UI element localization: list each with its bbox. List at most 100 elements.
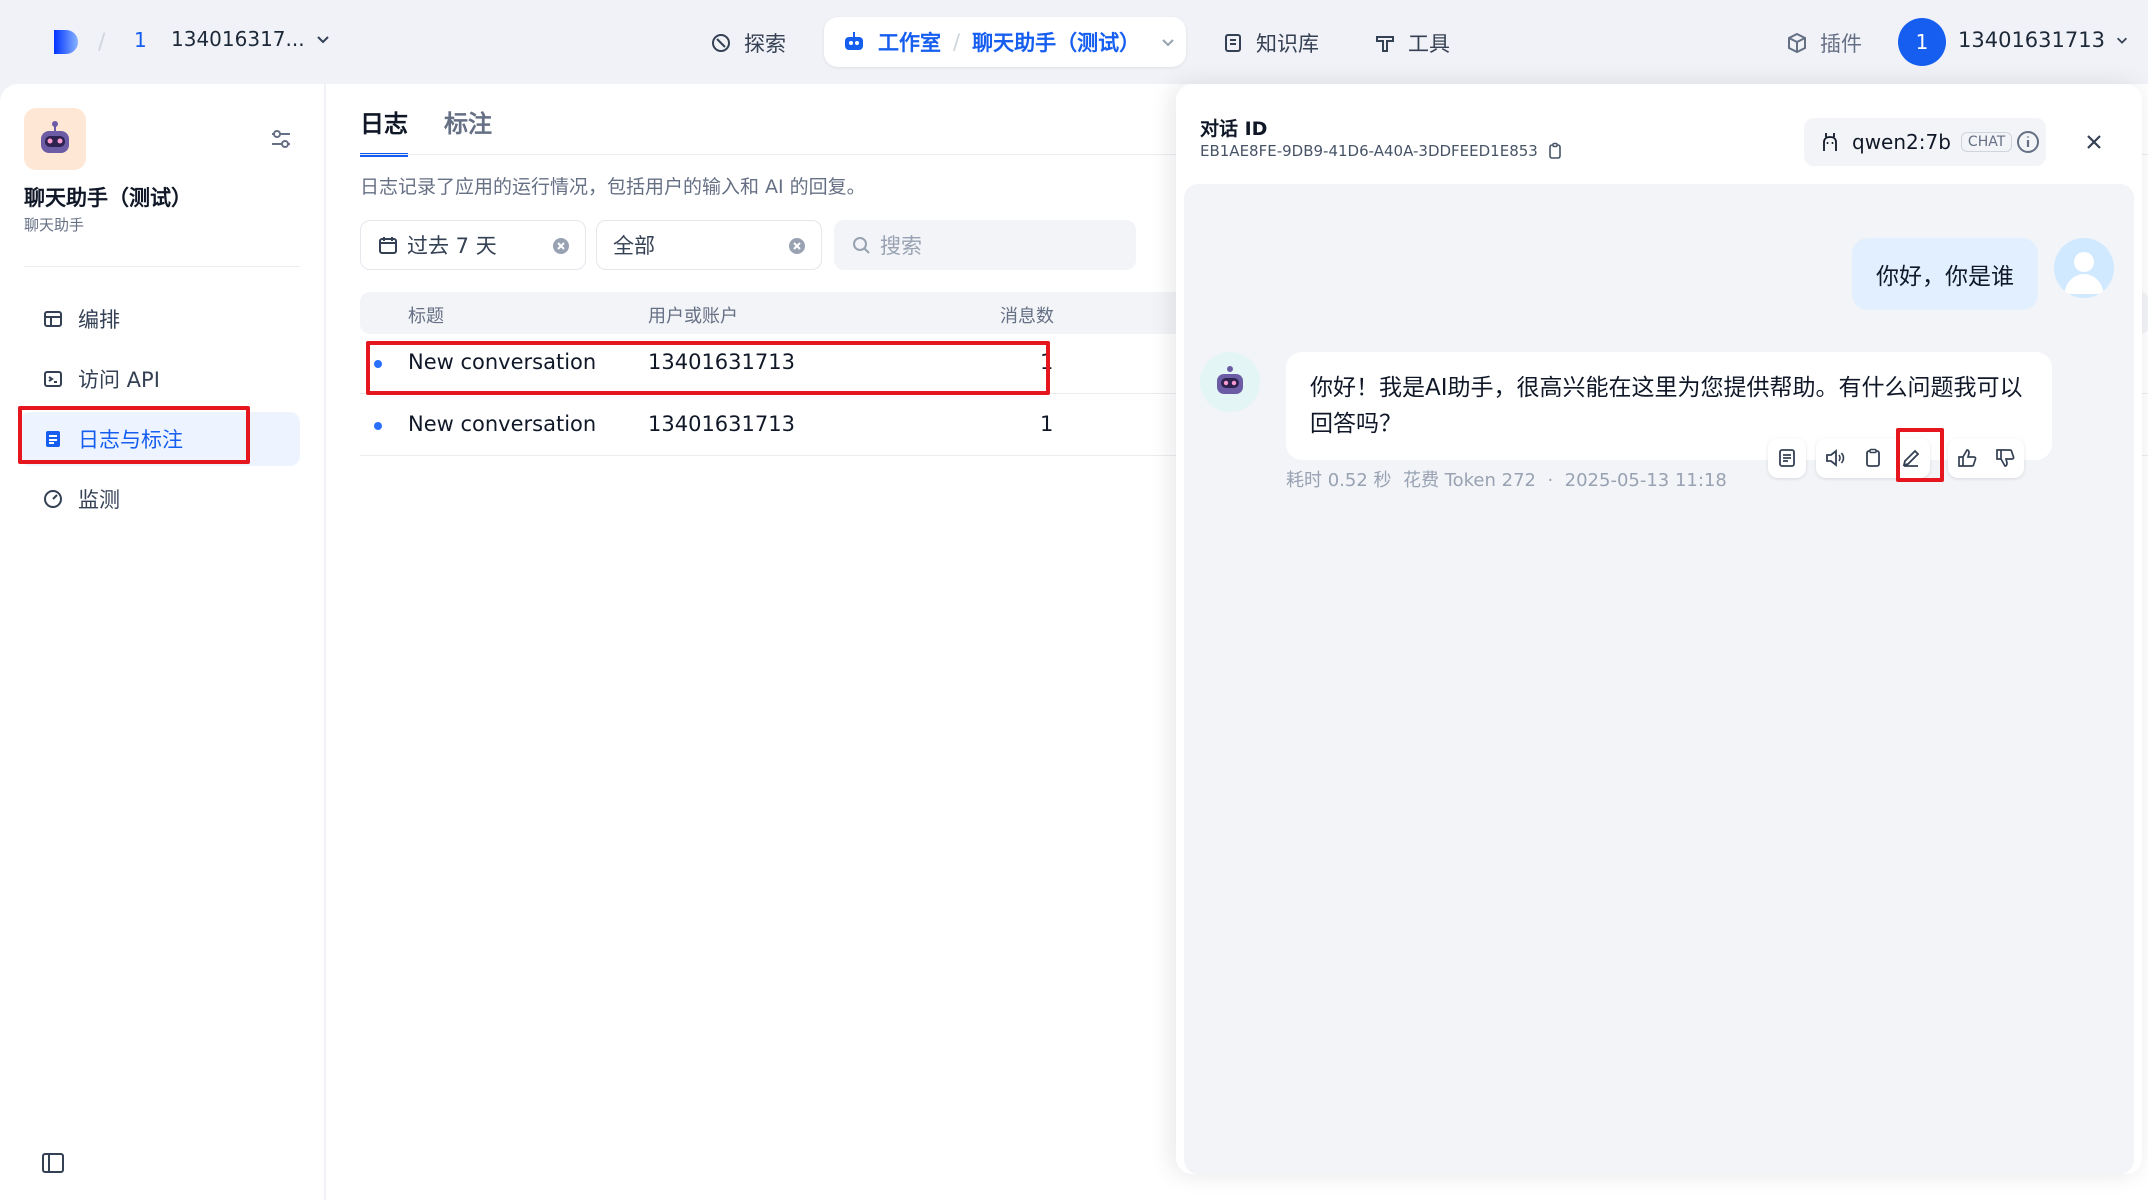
thumbs-up-icon: [1958, 449, 1977, 467]
message-meta: 耗时 0.52 秒 花费 Token 272 · 2025-05-13 11:1…: [1286, 466, 1727, 492]
clear-icon[interactable]: [551, 236, 571, 256]
robot-icon: [845, 32, 863, 50]
user-avatar-icon: [2054, 238, 2114, 298]
copy-icon[interactable]: [1546, 142, 1564, 160]
llama-icon: [1823, 133, 1837, 151]
workspace-switcher[interactable]: 134016317...: [171, 27, 331, 51]
sidebar-item-label: 编排: [78, 308, 120, 332]
meta-latency: 耗时 0.52 秒: [1286, 470, 1392, 491]
row-count: 1: [1040, 412, 1054, 436]
unread-dot: [374, 422, 382, 430]
chat-history: 你好，你是谁 你好！我是AI助手，很高兴能在这里为您提供帮助。有什么问题我可以回…: [1184, 184, 2134, 1174]
bot-avatar-icon: [1200, 352, 1260, 412]
compass-icon: [712, 34, 730, 52]
clear-icon[interactable]: [787, 236, 807, 256]
nav-tools-label: 工具: [1408, 32, 1450, 56]
chevron-down-icon[interactable]: [1160, 34, 1176, 50]
hammer-icon: [1376, 36, 1394, 52]
nav-plugins-label: 插件: [1820, 32, 1862, 56]
top-bar: / 1 134016317... 探索 工作室 / 聊天助手（测试） 知识库 工…: [0, 0, 2148, 84]
dify-logo-icon[interactable]: [50, 26, 82, 58]
log-action-group: [1768, 438, 1806, 478]
nav-plugins[interactable]: 插件: [1786, 22, 1862, 64]
search-input[interactable]: 搜索: [834, 220, 1136, 270]
calendar-icon: [379, 237, 397, 254]
model-selector[interactable]: qwen2:7b CHAT: [1804, 118, 2046, 166]
column-header-count: 消息数: [1000, 306, 1054, 327]
read-aloud-button[interactable]: [1816, 438, 1854, 478]
file-list-icon: [1779, 449, 1795, 467]
sliders-icon[interactable]: [268, 126, 294, 152]
nav-knowledge[interactable]: 知识库: [1222, 22, 1319, 64]
app-robot-icon: [24, 108, 86, 170]
meta-date: 2025-05-13 11:18: [1564, 470, 1727, 491]
meta-tokens: 花费 Token 272: [1402, 470, 1536, 491]
sidebar-item-label: 监测: [78, 488, 120, 512]
workspace-badge: 1: [134, 28, 147, 52]
highlight-box-edit: [1896, 428, 1944, 482]
breadcrumb-separator: /: [98, 30, 106, 55]
copy-button[interactable]: [1854, 438, 1892, 478]
gauge-icon: [44, 490, 62, 508]
logs-description: 日志记录了应用的运行情况，包括用户的输入和 AI 的回复。: [360, 176, 866, 198]
sidebar-item-api[interactable]: 访问 API: [20, 352, 300, 406]
user-avatar[interactable]: 1: [1898, 18, 1946, 66]
highlight-box-row: [366, 341, 1050, 395]
row-user: 13401631713: [648, 412, 795, 436]
info-icon[interactable]: [2014, 128, 2042, 156]
user-menu[interactable]: 13401631713: [1958, 28, 2129, 52]
period-filter[interactable]: 过去 7 天: [360, 220, 586, 270]
user-name: 13401631713: [1958, 28, 2105, 52]
layout-icon: [44, 311, 62, 327]
app-type-label: 聊天助手: [24, 216, 85, 234]
speaker-icon: [1826, 449, 1845, 467]
app-sidebar: 聊天助手（测试） 聊天助手 编排 访问 API 日志与标注 监测: [0, 84, 324, 1200]
tab-logs[interactable]: 日志: [360, 104, 408, 157]
model-mode-badge: CHAT: [1960, 132, 2013, 152]
user-message: 你好，你是谁: [1852, 238, 2038, 310]
nav-tools[interactable]: 工具: [1374, 22, 1450, 64]
nav-separator: /: [953, 30, 961, 54]
search-placeholder: 搜索: [880, 234, 922, 258]
app-title: 聊天助手（测试）: [24, 186, 192, 210]
meta-separator: ·: [1547, 470, 1554, 491]
nav-studio-label: 工作室: [878, 31, 941, 55]
model-name: qwen2:7b: [1852, 130, 1951, 154]
divider: [24, 266, 300, 267]
workspace-name: 134016317...: [171, 27, 305, 51]
sidebar-item-label: 访问 API: [78, 368, 160, 392]
conversation-id-label: 对话 ID: [1200, 118, 1268, 140]
nav-knowledge-label: 知识库: [1256, 32, 1319, 56]
column-header-title: 标题: [408, 306, 444, 327]
clipboard-icon: [1866, 448, 1880, 467]
dislike-button[interactable]: [1986, 438, 2024, 478]
nav-app-label[interactable]: 聊天助手（测试）: [972, 27, 1140, 57]
tab-annotations[interactable]: 标注: [444, 104, 492, 153]
nav-explore[interactable]: 探索: [710, 22, 786, 64]
cube-icon: [1788, 32, 1806, 54]
row-title: New conversation: [408, 412, 597, 436]
period-filter-value: 过去 7 天: [407, 234, 497, 258]
like-button[interactable]: [1948, 438, 1986, 478]
chevron-down-icon: [2116, 37, 2127, 44]
conversation-id: EB1AE8FE-9DB9-41D6-A40A-3DDFEED1E853: [1200, 142, 1564, 160]
nav-studio[interactable]: 工作室 / 聊天助手（测试）: [824, 17, 1186, 67]
status-filter-value: 全部: [613, 234, 655, 258]
thumbs-down-icon: [1996, 449, 2015, 467]
book-icon: [1225, 34, 1241, 52]
chevron-down-icon: [316, 36, 329, 44]
feedback-action-group: [1948, 438, 2024, 478]
log-button[interactable]: [1768, 438, 1806, 478]
conversation-drawer: 对话 ID EB1AE8FE-9DB9-41D6-A40A-3DDFEED1E8…: [1176, 84, 2142, 1174]
search-icon: [853, 237, 870, 254]
terminal-icon: [44, 371, 62, 387]
conversation-id-value: EB1AE8FE-9DB9-41D6-A40A-3DDFEED1E853: [1200, 142, 1538, 160]
close-icon[interactable]: [2080, 128, 2108, 156]
status-filter[interactable]: 全部: [596, 220, 822, 270]
collapse-sidebar-icon[interactable]: [40, 1150, 66, 1176]
nav-explore-label: 探索: [744, 32, 786, 56]
column-header-user: 用户或账户: [648, 306, 738, 327]
highlight-box-sidebar: [18, 406, 250, 464]
sidebar-item-orchestrate[interactable]: 编排: [20, 292, 300, 346]
sidebar-item-monitor[interactable]: 监测: [20, 472, 300, 526]
